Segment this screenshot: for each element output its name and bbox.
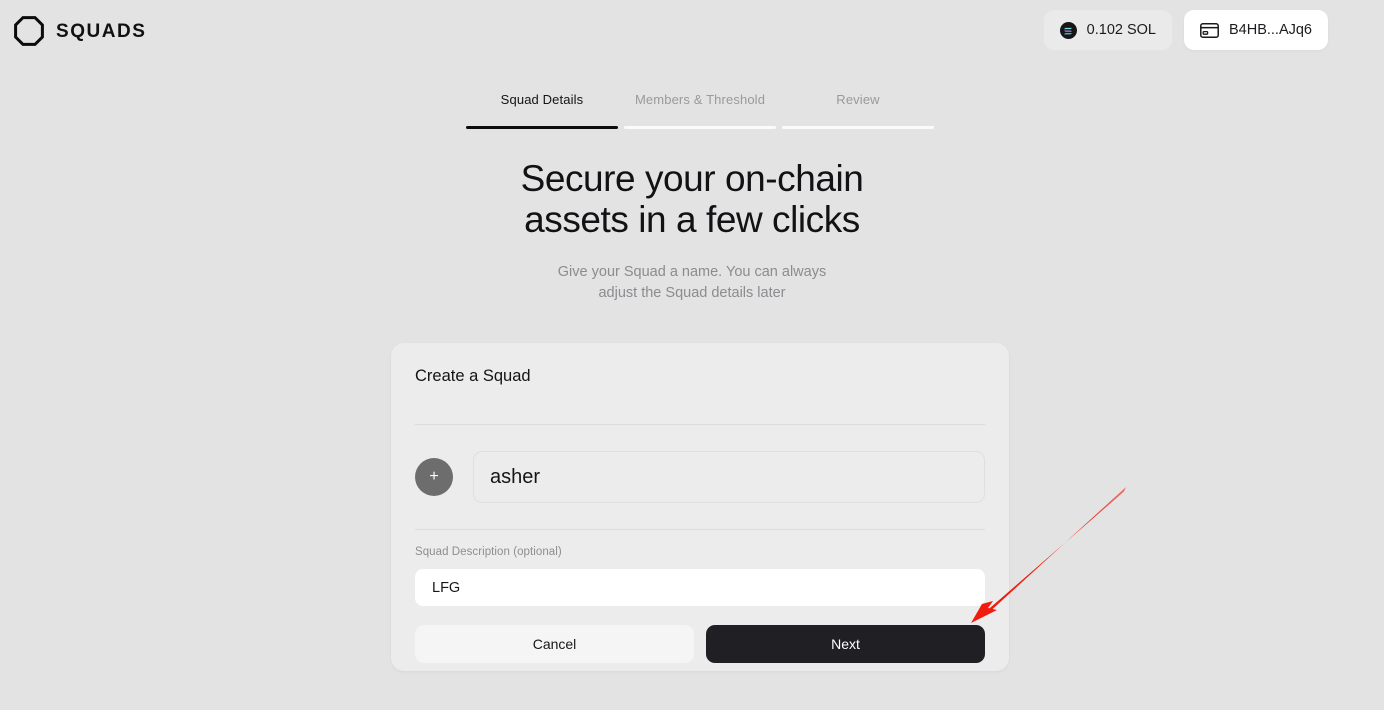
plus-icon: + [429,468,439,485]
page-subtitle: Give your Squad a name. You can always a… [0,262,1384,304]
wallet-address-value: B4HB...AJq6 [1228,22,1312,38]
page-subtitle-line1: Give your Squad a name. You can always [557,264,827,280]
squad-name-row: + [415,451,985,503]
wallet-address-pill[interactable]: B4HB...AJq6 [1183,10,1328,50]
tab-members-threshold-label: Members & Threshold [634,92,766,107]
squads-octagon-logo-icon [14,16,44,46]
squad-description-input[interactable] [415,569,985,606]
top-bar: SQUADS 0.102 SOL B4HB...AJq6 [0,0,1384,62]
cancel-button[interactable]: Cancel [415,625,694,663]
card-title: Create a Squad [415,367,531,385]
squad-name-input[interactable] [473,451,985,503]
page-subtitle-line2: adjust the Squad details later [598,285,786,301]
credit-card-icon [1200,22,1219,38]
add-avatar-button[interactable]: + [415,458,453,496]
top-bar-actions: 0.102 SOL B4HB...AJq6 [1043,10,1328,50]
tab-squad-details-label: Squad Details [500,92,584,107]
tab-review-label: Review [836,92,880,107]
sol-balance-pill[interactable]: 0.102 SOL [1043,10,1172,50]
tab-squad-details[interactable]: Squad Details [463,92,621,129]
page-title: Secure your on-chain assets in a few cli… [0,158,1384,240]
next-button[interactable]: Next [706,625,985,663]
tab-members-threshold[interactable]: Members & Threshold [621,92,779,129]
solana-icon [1059,21,1077,39]
hero-section: Secure your on-chain assets in a few cli… [0,158,1384,304]
tab-review[interactable]: Review [779,92,937,129]
divider-bottom [415,529,985,530]
page-title-line1: Secure your on-chain [520,158,864,199]
brand-logo[interactable]: SQUADS [14,16,146,46]
solana-glyph-icon [1063,27,1072,34]
brand-wordmark: SQUADS [56,20,147,42]
divider-top [415,424,985,425]
page-title-line2: assets in a few clicks [524,199,860,240]
squad-description-label: Squad Description (optional) [415,546,562,558]
sol-balance-value: 0.102 SOL [1086,22,1156,38]
step-progress-tabs: Squad Details Members & Threshold Review [463,92,937,129]
card-actions: Cancel Next [415,625,985,663]
create-squad-card: Create a Squad + Squad Description (opti… [391,343,1009,671]
